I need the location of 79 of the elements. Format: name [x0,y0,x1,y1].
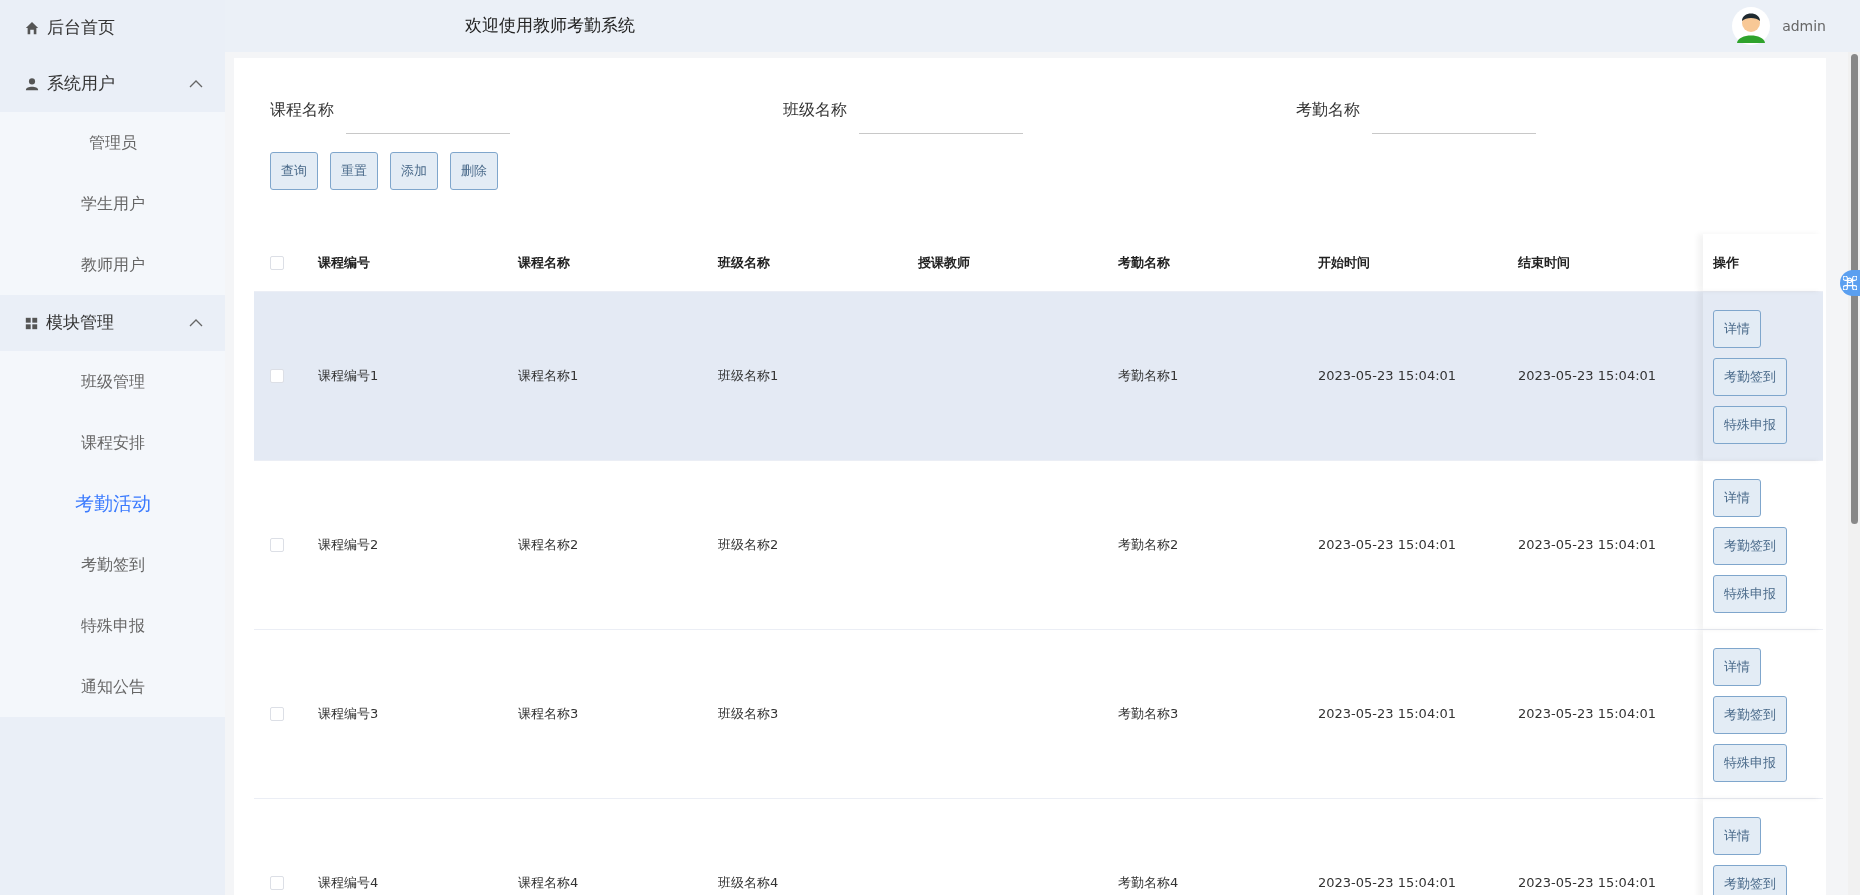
submenu-item[interactable]: 特殊申报 [80,613,145,638]
action-button[interactable]: 考勤签到 [1713,865,1787,895]
toolbar-button[interactable]: 查询 [270,152,318,190]
table-cell-text: 考勤名称2 [1118,536,1179,555]
table-cell-text: 2023-05-23 15:04:01 [1318,874,1457,893]
checkbox[interactable] [270,255,284,270]
table-cell-text: 2023-05-23 15:04:01 [1518,874,1657,893]
toolbar-button[interactable]: 添加 [390,152,438,190]
field-label: 课程名称 [270,99,334,121]
menu-item[interactable]: 后台首页 [0,0,225,56]
home-icon [25,21,39,35]
action-button[interactable]: 特殊申报 [1713,575,1787,613]
action-button[interactable]: 考勤签到 [1713,696,1787,734]
grid-icon [25,316,38,330]
action-button[interactable]: 特殊申报 [1713,744,1787,782]
table-cell-text: 2023-05-23 15:04:01 [1318,536,1457,555]
checkbox[interactable] [270,876,284,890]
table-cell-text: 2023-05-23 15:04:01 [1518,705,1657,724]
action-button[interactable]: 详情 [1713,817,1761,855]
floating-shortcut-icon[interactable] [1840,270,1860,296]
table-cell-text: 课程名称4 [518,874,579,893]
column-header: 课程编号 [318,253,370,272]
table-cell-text: 考勤名称3 [1118,705,1179,724]
menu-label: 模块管理 [46,311,115,335]
table-cell-text: 班级名称4 [718,874,779,893]
submenu-item[interactable]: 考勤签到 [80,552,145,577]
column-header: 授课教师 [918,253,970,272]
submenu-item[interactable]: 考勤活动 [74,489,151,518]
table-cell-text: 课程编号1 [318,367,379,386]
submenu-item[interactable]: 教师用户 [80,252,145,277]
menu-label: 系统用户 [47,72,116,96]
toolbar-button[interactable]: 重置 [330,152,378,190]
table-cell-text: 考勤名称4 [1118,874,1179,893]
column-header: 考勤名称 [1118,253,1170,272]
action-button[interactable]: 详情 [1713,310,1761,348]
table-cell-text: 课程编号3 [318,705,379,724]
menu-group-header[interactable]: 模块管理 [0,295,225,351]
column-header: 课程名称 [518,253,570,272]
column-header: 操作 [1713,253,1739,272]
action-button[interactable]: 详情 [1713,479,1761,517]
table-cell-text: 课程编号2 [318,536,379,555]
table-cell-text: 班级名称2 [718,536,779,555]
user-icon [25,77,39,91]
menu-group-header[interactable]: 系统用户 [0,56,225,112]
menu-label: 后台首页 [47,16,115,40]
checkbox[interactable] [270,369,284,383]
table-cell-text: 2023-05-23 15:04:01 [1318,367,1457,386]
field-label: 考勤名称 [1296,99,1360,121]
column-header: 班级名称 [718,253,770,272]
scrollbar[interactable] [1848,52,1860,895]
submenu-item[interactable]: 学生用户 [80,191,145,216]
checkbox[interactable] [270,538,284,552]
action-button[interactable]: 考勤签到 [1713,358,1787,396]
table-cell-text: 班级名称1 [718,367,779,386]
table-cell-text: 班级名称3 [718,705,779,724]
table-cell-text: 2023-05-23 15:04:01 [1318,705,1457,724]
avatar-icon [1732,7,1771,45]
table-cell-text: 课程名称2 [518,536,579,555]
table-cell-text: 课程编号4 [318,874,379,893]
table-cell-text: 2023-05-23 15:04:01 [1518,536,1657,555]
column-header: 结束时间 [1518,253,1570,272]
table-cell-text: 课程名称1 [518,367,579,386]
table-cell-text: 2023-05-23 15:04:01 [1518,367,1657,386]
submenu-item[interactable]: 管理员 [88,130,137,155]
action-button[interactable]: 详情 [1713,648,1761,686]
user-name: admin [1782,16,1826,36]
table-cell-text: 考勤名称1 [1118,367,1179,386]
submenu-item[interactable]: 班级管理 [80,369,145,394]
action-button[interactable]: 考勤签到 [1713,527,1787,565]
action-button[interactable]: 特殊申报 [1713,406,1787,444]
checkbox[interactable] [270,707,284,721]
scrollbar-thumb[interactable] [1850,54,1858,524]
toolbar-button[interactable]: 删除 [450,152,498,190]
submenu-item[interactable]: 课程安排 [80,430,145,455]
field-label: 班级名称 [783,99,847,121]
column-header: 开始时间 [1318,253,1370,272]
page-title: 欢迎使用教师考勤系统 [465,14,636,38]
submenu-item[interactable]: 通知公告 [80,674,145,699]
table-cell-text: 课程名称3 [518,705,579,724]
